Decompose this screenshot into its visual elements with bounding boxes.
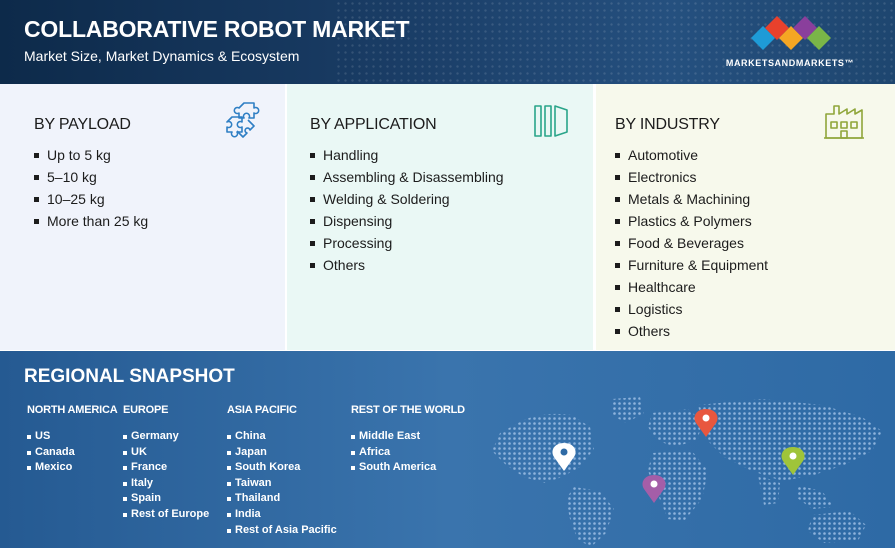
segment-heading: BY INDUSTRY [615,116,720,133]
region-heading: NORTH AMERICA [27,404,118,416]
list-item: Furniture & Equipment [615,254,768,276]
list-item: Dispensing [310,210,504,232]
payload-list: Up to 5 kg 5–10 kg 10–25 kg More than 25… [34,144,148,232]
list-item: China [227,429,337,445]
list-item: Others [310,254,504,276]
regional-snapshot: REGIONAL SNAPSHOT NORTH AMERICA US Canad… [0,351,895,548]
region-heading: EUROPE [123,404,169,416]
list-item: India [227,507,337,523]
segment-heading: BY PAYLOAD [34,116,131,133]
list-item: Germany [123,429,209,445]
list-item: Rest of Europe [123,507,209,523]
segment-heading: BY APPLICATION [310,116,437,133]
page-subtitle: Market Size, Market Dynamics & Ecosystem [24,48,300,64]
region-title: REGIONAL SNAPSHOT [24,366,235,387]
list-item: 10–25 kg [34,188,148,210]
list-item: Spain [123,491,209,507]
list-item: US [27,429,118,445]
list-item: Logistics [615,298,768,320]
list-item: Metals & Machining [615,188,768,210]
world-map-icon [492,397,882,546]
list-item: Assembling & Disassembling [310,166,504,188]
list-item: Middle East [351,429,465,445]
segment-by-payload: BY PAYLOAD Up to 5 kg 5–10 kg 10–25 kg M… [0,84,285,350]
list-item: Welding & Soldering [310,188,504,210]
list-item: South Korea [227,460,337,476]
list-item: Up to 5 kg [34,144,148,166]
list-item: 5–10 kg [34,166,148,188]
list-item: Japan [227,445,337,461]
layers-icon [534,105,568,137]
region-north-america: NORTH AMERICA US Canada Mexico [27,404,118,476]
region-rest-of-world: REST OF THE WORLD Middle East Africa Sou… [351,404,465,476]
list-item: Healthcare [615,276,768,298]
list-item: Canada [27,445,118,461]
region-asia-pacific: ASIA PACIFIC China Japan South Korea Tai… [227,404,337,538]
region-heading: ASIA PACIFIC [227,404,297,416]
list-item: Rest of Asia Pacific [227,523,337,539]
list-item: Mexico [27,460,118,476]
list-item: More than 25 kg [34,210,148,232]
industry-list: Automotive Electronics Metals & Machinin… [615,144,768,342]
list-item: Others [615,320,768,342]
list-item: Handling [310,144,504,166]
segment-by-industry: BY INDUSTRY Automotive Electronics Metal… [596,84,895,350]
list-item: Italy [123,476,209,492]
application-list: Handling Assembling & Disassembling Weld… [310,144,504,276]
list-item: Automotive [615,144,768,166]
list-item: Electronics [615,166,768,188]
region-heading: REST OF THE WORLD [351,404,465,416]
puzzle-icon [226,102,260,138]
list-item: Africa [351,445,465,461]
logo-diamonds-icon [751,16,831,50]
list-item: Processing [310,232,504,254]
list-item: Thailand [227,491,337,507]
header-banner: COLLABORATIVE ROBOT MARKET Market Size, … [0,0,895,84]
list-item: Taiwan [227,476,337,492]
factory-icon [824,105,864,139]
page-title: COLLABORATIVE ROBOT MARKET [24,16,410,42]
list-item: Food & Beverages [615,232,768,254]
brand-logo[interactable]: MARKETSANDMARKETS™ [700,16,880,76]
segment-by-application: BY APPLICATION Handling Assembling & Dis… [287,84,593,350]
brand-name: MARKETSANDMARKETS™ [725,58,855,68]
list-item: Plastics & Polymers [615,210,768,232]
list-item: South America [351,460,465,476]
list-item: France [123,460,209,476]
list-item: UK [123,445,209,461]
region-europe: EUROPE Germany UK France Italy Spain Res… [123,404,209,523]
